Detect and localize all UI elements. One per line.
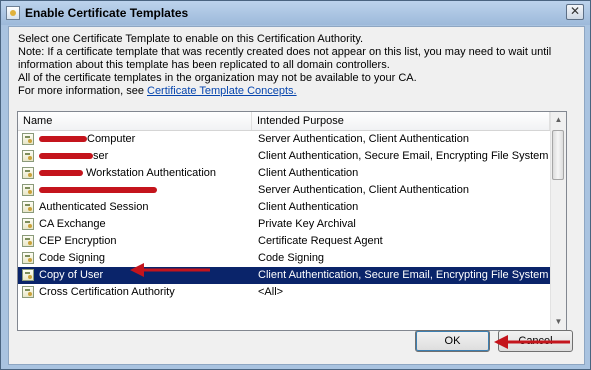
template-purpose: Code Signing (258, 252, 325, 264)
template-name: ser (93, 150, 109, 162)
template-name: Code Signing (39, 252, 106, 264)
template-purpose: Certificate Request Agent (258, 235, 383, 247)
certificate-template-icon (22, 133, 34, 145)
certificate-template-icon (22, 201, 34, 213)
instructions-text: Select one Certificate Template to enabl… (18, 33, 578, 98)
scroll-up-button[interactable]: ▲ (551, 112, 566, 128)
scroll-thumb[interactable] (552, 130, 564, 180)
table-row[interactable]: CEP Encryption Certificate Request Agent (18, 233, 550, 250)
certificate-template-icon (22, 218, 34, 230)
certificate-template-icon (22, 286, 34, 298)
redaction-mark (39, 170, 83, 176)
ok-button[interactable]: OK (415, 330, 490, 352)
template-purpose: <All> (258, 286, 284, 298)
template-purpose: Client Authentication, Secure Email, Enc… (258, 269, 549, 281)
column-header-name[interactable]: Name (18, 112, 252, 130)
table-row[interactable]: CA Exchange Private Key Archival (18, 216, 550, 233)
table-row[interactable]: ser Client Authentication, Secure Email,… (18, 148, 550, 165)
close-button[interactable]: ✕ (566, 4, 584, 20)
redaction-mark (39, 136, 87, 142)
list-rows: Computer Server Authentication, Client A… (18, 131, 550, 301)
template-purpose: Private Key Archival (258, 218, 356, 230)
column-header-intended-purpose[interactable]: Intended Purpose (252, 112, 550, 130)
table-row[interactable]: Workstation Authentication Client Authen… (18, 165, 550, 182)
more-info-prefix: For more information, see (18, 85, 147, 97)
chevron-up-icon: ▲ (554, 115, 563, 124)
certificate-template-concepts-link[interactable]: Certificate Template Concepts. (147, 85, 297, 97)
certificate-template-icon (22, 184, 34, 196)
dialog-title: Enable Certificate Templates (25, 6, 189, 20)
note-line-continued: information about this template has been… (18, 59, 390, 71)
certificate-template-icon (22, 269, 34, 281)
note-line: Note: If a certificate template that was… (18, 46, 552, 58)
certificate-icon (6, 6, 20, 20)
redaction-mark (39, 187, 157, 193)
redaction-mark (39, 153, 93, 159)
table-row[interactable]: Authenticated Session Client Authenticat… (18, 199, 550, 216)
template-purpose: Server Authentication, Client Authentica… (258, 184, 469, 196)
dialog-body: Select one Certificate Template to enabl… (8, 26, 585, 365)
more-info-line: For more information, see Certificate Te… (18, 85, 578, 98)
template-name: Copy of User (39, 269, 104, 281)
table-row[interactable]: Code Signing Code Signing (18, 250, 550, 267)
vertical-scrollbar[interactable]: ▲ ▼ (550, 112, 566, 330)
certificate-template-icon (22, 167, 34, 179)
certificate-template-icon (22, 252, 34, 264)
title-bar[interactable]: Enable Certificate Templates ✕ (1, 1, 590, 25)
table-row[interactable]: Computer Server Authentication, Client A… (18, 131, 550, 148)
scroll-down-button[interactable]: ▼ (551, 314, 566, 330)
template-name: Workstation Authentication (86, 167, 217, 179)
list-header: Name Intended Purpose (18, 112, 550, 131)
certificate-template-icon (22, 235, 34, 247)
table-row[interactable]: Server Authentication, Client Authentica… (18, 182, 550, 199)
template-name: CA Exchange (39, 218, 106, 230)
template-purpose: Client Authentication, Secure Email, Enc… (258, 150, 549, 162)
close-icon: ✕ (569, 4, 581, 18)
table-row-selected[interactable]: Copy of User Client Authentication, Secu… (18, 267, 550, 284)
template-purpose: Client Authentication (258, 201, 359, 213)
availability-line: All of the certificate templates in the … (18, 72, 417, 84)
cancel-button[interactable]: Cancel (498, 330, 573, 352)
template-name: CEP Encryption (39, 235, 117, 247)
certificate-template-icon (22, 150, 34, 162)
instruction-line: Select one Certificate Template to enabl… (18, 33, 364, 45)
template-name: Cross Certification Authority (39, 286, 175, 298)
dialog-window: Enable Certificate Templates ✕ Select on… (0, 0, 591, 370)
template-name: Authenticated Session (39, 201, 149, 213)
template-list[interactable]: Name Intended Purpose Computer Server Au… (17, 111, 567, 331)
chevron-down-icon: ▼ (554, 317, 563, 326)
template-purpose: Server Authentication, Client Authentica… (258, 133, 469, 145)
template-name: Computer (87, 133, 136, 145)
table-row[interactable]: Cross Certification Authority <All> (18, 284, 550, 301)
template-purpose: Client Authentication (258, 167, 359, 179)
